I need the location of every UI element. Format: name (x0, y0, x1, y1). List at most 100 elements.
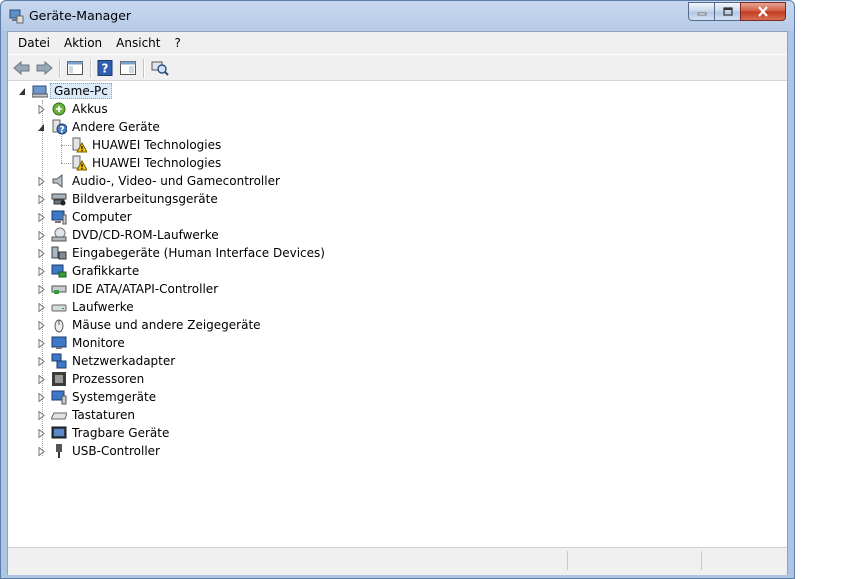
expand-arrow-icon[interactable] (38, 411, 45, 420)
expand-arrow-icon[interactable] (38, 267, 45, 276)
display-adapter-icon (51, 264, 67, 278)
expand-arrow-icon[interactable] (38, 375, 45, 384)
hid-icon (51, 246, 67, 260)
tree-item-label: Computer (72, 210, 132, 224)
toolbar-separator (143, 59, 145, 78)
tree-item-andere-geraete[interactable]: ? Andere Geräte (51, 118, 160, 136)
toolbar-separator (59, 59, 61, 78)
properties-icon (120, 61, 136, 75)
expand-arrow-icon[interactable] (38, 105, 45, 114)
minimize-icon (697, 12, 706, 15)
portable-device-icon (51, 426, 67, 439)
expand-arrow-icon[interactable] (38, 195, 45, 204)
tree-item-tastaturen[interactable]: Tastaturen (51, 406, 135, 424)
expand-arrow-icon[interactable] (38, 177, 45, 186)
tree-item-huawei-2[interactable]: HUAWEI Technologies (71, 154, 221, 172)
computer-icon (51, 210, 67, 225)
minimize-button[interactable] (688, 2, 714, 21)
title-bar[interactable]: Geräte-Manager (1, 1, 794, 31)
menu-bar: Datei Aktion Ansicht ? (8, 32, 787, 54)
expand-arrow-icon[interactable] (38, 339, 45, 348)
expand-arrow-icon[interactable] (38, 231, 45, 240)
warning-device-icon (72, 137, 87, 153)
tree-item-label: Netzwerkadapter (72, 354, 176, 368)
unknown-device-icon: ? (52, 119, 67, 136)
expand-arrow-icon[interactable] (38, 429, 45, 438)
tree-item-eingabegeraete[interactable]: Eingabegeräte (Human Interface Devices) (51, 244, 325, 262)
device-manager-window: Geräte-Manager Datei Aktion Ansicht ? ? … (0, 0, 795, 579)
device-manager-icon (9, 9, 24, 24)
scan-hardware-button[interactable] (151, 59, 169, 77)
expand-arrow-icon[interactable] (38, 321, 45, 330)
tree-item-grafikkarte[interactable]: Grafikkarte (51, 262, 139, 280)
tree-item-usb[interactable]: USB-Controller (51, 442, 160, 460)
speaker-icon (52, 173, 63, 189)
tree-guide-line (61, 163, 71, 164)
tree-guide-line (61, 145, 71, 146)
keyboard-icon (51, 412, 67, 420)
tree-root[interactable]: Game-Pc (32, 82, 112, 100)
tree-item-monitore[interactable]: Monitore (51, 334, 125, 352)
tree-item-label: Eingabegeräte (Human Interface Devices) (72, 246, 325, 260)
tree-item-ide[interactable]: IDE ATA/ATAPI-Controller (51, 280, 218, 298)
tree-item-akkus[interactable]: Akkus (51, 100, 108, 118)
tree-item-label: USB-Controller (72, 444, 160, 458)
processor-icon (52, 372, 66, 386)
menu-help[interactable]: ? (167, 36, 187, 50)
tree-item-tragbare-geraete[interactable]: Tragbare Geräte (51, 424, 169, 442)
tree-item-label: IDE ATA/ATAPI-Controller (72, 282, 219, 296)
menu-datei[interactable]: Datei (8, 36, 57, 50)
tree-item-bildverarbeitung[interactable]: Bildverarbeitungsgeräte (51, 190, 218, 208)
console-tree-button[interactable] (66, 59, 84, 77)
tree-root-label: Game-Pc (50, 83, 112, 99)
svg-text:?: ? (59, 126, 64, 136)
usb-icon (56, 444, 62, 458)
help-button[interactable]: ? (96, 59, 114, 77)
maximize-icon (722, 7, 733, 16)
properties-button[interactable] (119, 59, 137, 77)
dvd-drive-icon (51, 227, 67, 242)
menu-ansicht[interactable]: Ansicht (109, 36, 167, 50)
maximize-button[interactable] (714, 2, 740, 21)
tree-item-label: Audio-, Video- und Gamecontroller (72, 174, 280, 188)
tree-item-label: Laufwerke (72, 300, 134, 314)
tree-item-label: Tastaturen (72, 408, 135, 422)
toolbar-separator (90, 59, 92, 78)
computer-icon (32, 85, 48, 98)
close-button[interactable] (740, 2, 786, 21)
expand-arrow-icon[interactable] (38, 447, 45, 456)
expand-arrow-icon[interactable] (38, 303, 45, 312)
tree-guide-line (42, 100, 43, 456)
tree-item-laufwerke[interactable]: Laufwerke (51, 298, 134, 316)
forward-button[interactable] (35, 59, 53, 77)
tree-item-audio[interactable]: Audio-, Video- und Gamecontroller (51, 172, 280, 190)
console-tree-icon (67, 61, 83, 75)
system-devices-icon (51, 390, 67, 405)
device-tree: Game-Pc Akkus ? Andere Geräte HUAWEI Tec… (8, 82, 787, 547)
expand-arrow-icon[interactable] (38, 285, 45, 294)
tree-item-label: HUAWEI Technologies (92, 138, 222, 152)
tree-item-label: HUAWEI Technologies (92, 156, 222, 170)
tree-item-maeuse[interactable]: Mäuse und andere Zeigegeräte (51, 316, 261, 334)
back-button[interactable] (13, 59, 31, 77)
tree-item-label: Bildverarbeitungsgeräte (72, 192, 218, 206)
collapse-arrow-icon[interactable] (19, 87, 26, 96)
tree-item-systemgeraete[interactable]: Systemgeräte (51, 388, 156, 406)
expand-arrow-icon[interactable] (38, 357, 45, 366)
tree-item-label: Mäuse und andere Zeigegeräte (72, 318, 261, 332)
tree-item-netzwerkadapter[interactable]: Netzwerkadapter (51, 352, 175, 370)
menu-aktion[interactable]: Aktion (57, 36, 109, 50)
tree-item-prozessoren[interactable]: Prozessoren (51, 370, 144, 388)
collapse-arrow-icon[interactable] (38, 123, 45, 132)
tree-item-dvd[interactable]: DVD/CD-ROM-Laufwerke (51, 226, 219, 244)
tree-item-label: Andere Geräte (72, 120, 160, 134)
tree-item-label: Prozessoren (72, 372, 145, 386)
expand-arrow-icon[interactable] (38, 213, 45, 222)
help-icon: ? (97, 60, 113, 76)
expand-arrow-icon[interactable] (38, 249, 45, 258)
mouse-icon (54, 319, 64, 333)
expand-arrow-icon[interactable] (38, 393, 45, 402)
tree-item-label: Systemgeräte (72, 390, 157, 404)
tree-item-huawei-1[interactable]: HUAWEI Technologies (71, 136, 221, 154)
tree-item-computer[interactable]: Computer (51, 208, 132, 226)
